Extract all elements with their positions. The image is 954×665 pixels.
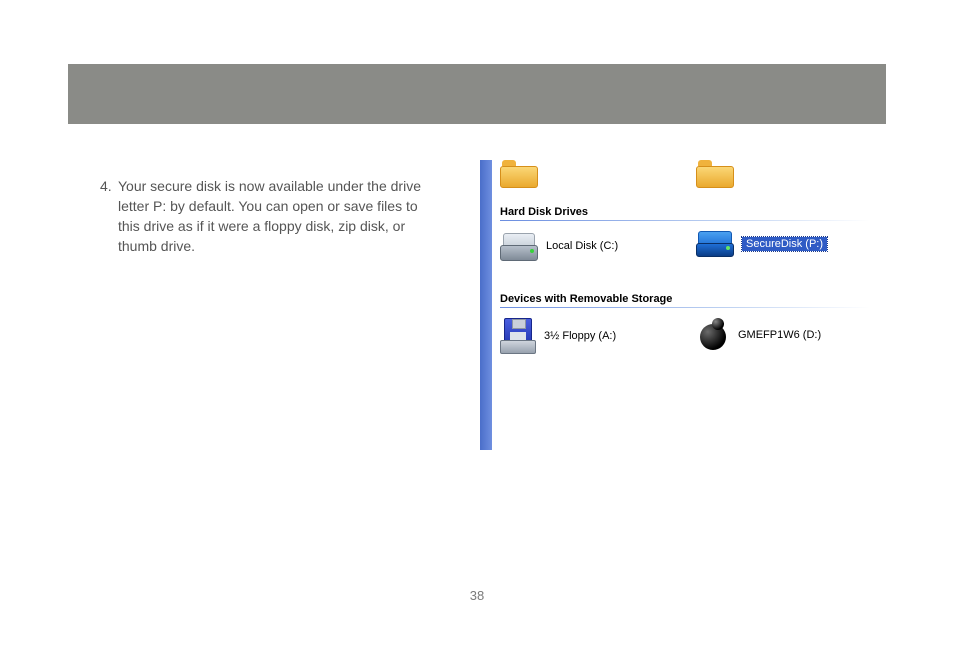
drive-label: GMEFP1W6 (D:) — [738, 329, 821, 341]
group-header-hard-disks: Hard Disk Drives — [500, 202, 870, 220]
floppy-disk-icon — [500, 318, 536, 354]
removable-device-drive[interactable]: GMEFP1W6 (D:) — [696, 318, 821, 352]
folder-icon — [696, 160, 732, 186]
removable-storage-group: Devices with Removable Storage 3½ Floppy… — [500, 289, 870, 370]
document-page: 4. Your secure disk is now available und… — [0, 0, 954, 665]
explorer-sidebar-stripe — [480, 160, 492, 450]
header-bar — [68, 64, 886, 124]
instruction-text: Your secure disk is now available under … — [118, 176, 440, 256]
folder-icon — [500, 160, 536, 186]
explorer-content: Hard Disk Drives Local Disk (C:) SecureD… — [500, 160, 870, 450]
drive-row: 3½ Floppy (A:) GMEFP1W6 (D:) — [500, 318, 870, 370]
instruction-block: 4. Your secure disk is now available und… — [100, 176, 440, 256]
hard-disk-group: Hard Disk Drives Local Disk (C:) SecureD… — [500, 202, 870, 283]
device-orb-icon — [696, 318, 730, 352]
local-disk-drive[interactable]: Local Disk (C:) — [500, 231, 618, 261]
top-folder-row — [500, 160, 870, 196]
drive-label: Local Disk (C:) — [546, 240, 618, 252]
drive-label: 3½ Floppy (A:) — [544, 330, 616, 342]
group-divider — [500, 307, 870, 308]
explorer-screenshot: Hard Disk Drives Local Disk (C:) SecureD… — [480, 160, 870, 450]
instruction-number: 4. — [100, 176, 118, 256]
secure-disk-drive[interactable]: SecureDisk (P:) — [696, 231, 827, 257]
secure-disk-icon — [696, 231, 734, 257]
instruction-item: 4. Your secure disk is now available und… — [100, 176, 440, 256]
page-number: 38 — [0, 588, 954, 603]
hard-disk-icon — [500, 231, 538, 261]
drive-label-selected: SecureDisk (P:) — [742, 237, 827, 251]
group-header-removable: Devices with Removable Storage — [500, 289, 870, 307]
drive-row: Local Disk (C:) SecureDisk (P:) — [500, 231, 870, 283]
floppy-drive[interactable]: 3½ Floppy (A:) — [500, 318, 616, 354]
group-divider — [500, 220, 870, 221]
